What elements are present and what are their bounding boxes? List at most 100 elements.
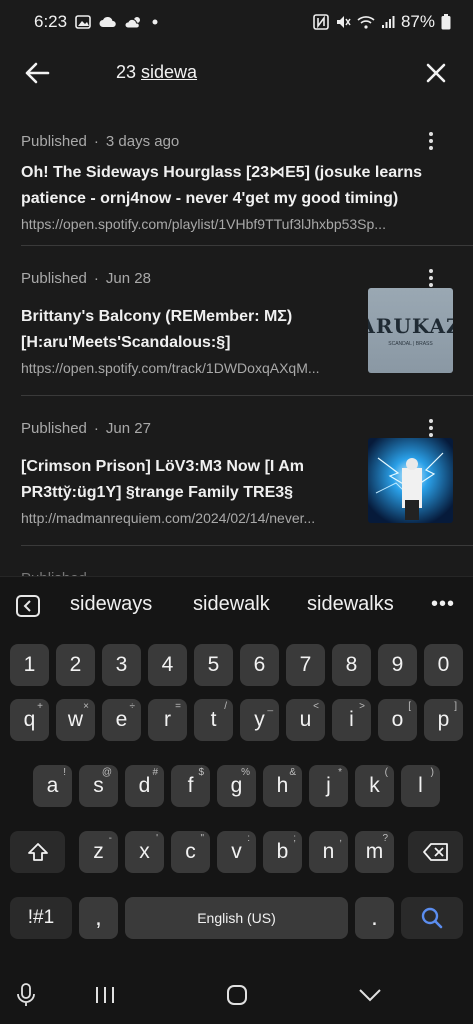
key-d[interactable]: d # [125, 765, 164, 807]
list-item[interactable]: Published [0, 546, 473, 576]
key-t[interactable]: t / [194, 699, 233, 741]
clear-button[interactable] [421, 58, 451, 88]
published-date: Jun 28 [105, 270, 151, 287]
key-i[interactable]: i > [332, 699, 371, 741]
key-m[interactable]: m? [355, 831, 394, 873]
key-4[interactable]: 4 [148, 644, 187, 686]
signal-icon [381, 15, 395, 29]
cloud-icon [99, 16, 117, 28]
key-u[interactable]: u < [286, 699, 325, 741]
recent-apps-button[interactable] [90, 980, 120, 1010]
key-q[interactable]: q + [10, 699, 49, 741]
arrow-back-icon [25, 62, 50, 84]
key-c[interactable]: c " [171, 831, 210, 873]
search-input[interactable]: 23 sidewa [116, 62, 197, 83]
key-j[interactable]: j * [309, 765, 348, 807]
back-nav-button[interactable] [355, 980, 385, 1010]
thumbnail-text: ARUKAZ [368, 314, 453, 338]
more-vert-icon [429, 132, 433, 136]
key-o[interactable]: o[ [378, 699, 417, 741]
key-h[interactable]: h & [263, 765, 302, 807]
more-options-button[interactable] [419, 127, 443, 155]
key-w[interactable]: w × [56, 699, 95, 741]
back-button[interactable] [22, 58, 52, 88]
published-date: Jun 27 [105, 420, 151, 437]
status-left: 6:23 [34, 12, 159, 32]
collapse-toolbar-button[interactable] [16, 595, 40, 617]
result-title[interactable]: Brittany's Balcony (REMember: MΣ) [H:aru… [21, 304, 346, 356]
suggestion-item[interactable]: sideways [70, 593, 152, 616]
key-v[interactable]: v: [217, 831, 256, 873]
key-2[interactable]: 2 [56, 644, 95, 686]
mute-icon [335, 14, 351, 30]
shift-key[interactable] [10, 831, 65, 873]
dot-icon [151, 18, 159, 26]
key-1[interactable]: 1 [10, 644, 49, 686]
result-meta: Published · Jun 28 [21, 270, 151, 287]
key-l[interactable]: l) [401, 765, 440, 807]
key-f[interactable]: f $ [171, 765, 210, 807]
period-key[interactable]: . [355, 897, 394, 939]
key-r[interactable]: r = [148, 699, 187, 741]
backspace-key[interactable] [408, 831, 463, 873]
key-y[interactable]: y _ [240, 699, 279, 741]
chevron-down-icon [359, 989, 381, 1002]
result-url[interactable]: http://madmanrequiem.com/2024/02/14/neve… [21, 510, 356, 526]
key-a[interactable]: a! [33, 765, 72, 807]
results-list: Published · 3 days ago Oh! The Sideways Ho… [0, 118, 473, 576]
symbols-key[interactable]: !#1 [10, 897, 72, 939]
key-0[interactable]: 0 [424, 644, 463, 686]
comma-key[interactable]: , [79, 897, 118, 939]
key-5[interactable]: 5 [194, 644, 233, 686]
key-g[interactable]: g% [217, 765, 256, 807]
more-vert-icon [429, 419, 433, 423]
more-vert-icon [429, 269, 433, 273]
wifi-icon [357, 15, 375, 29]
result-meta: Published · Jun 27 [21, 420, 151, 437]
key-s[interactable]: s @ [79, 765, 118, 807]
search-key[interactable] [401, 897, 463, 939]
thumbnail-subtext: SCANDAL | BRASS [388, 341, 433, 347]
result-title[interactable]: [Crimson Prison] LöV3:M3 Now [I Am PR3tt… [21, 454, 346, 506]
result-url[interactable]: https://open.spotify.com/track/1DWDoxqAX… [21, 360, 356, 376]
voice-input-button[interactable] [11, 980, 41, 1010]
key-z[interactable]: z- [79, 831, 118, 873]
key-3[interactable]: 3 [102, 644, 141, 686]
status-bar: 6:23 87% [0, 0, 473, 44]
lightning-artwork-image [368, 438, 453, 523]
home-icon [227, 985, 247, 1005]
key-p[interactable]: p] [424, 699, 463, 741]
list-item[interactable]: Published · Jun 27 [Crimson Prison] LöV3:M… [0, 396, 473, 546]
home-button[interactable] [222, 980, 252, 1010]
microphone-icon [17, 983, 35, 1006]
key-k[interactable]: k( [355, 765, 394, 807]
published-label: Published [21, 270, 87, 287]
result-thumbnail[interactable] [368, 438, 453, 523]
key-6[interactable]: 6 [240, 644, 279, 686]
status-right: 87% [313, 12, 451, 32]
more-suggestions-button[interactable]: ••• [431, 593, 455, 616]
list-item[interactable]: Published · 3 days ago Oh! The Sideways Ho… [0, 118, 473, 246]
query-prefix: 23 [116, 62, 142, 82]
space-key[interactable]: English (US) [125, 897, 348, 939]
suggestion-bar: sideways sidewalk sidewalks ••• [0, 576, 473, 634]
key-n[interactable]: n, [309, 831, 348, 873]
result-thumbnail[interactable]: ARUKAZ SCANDAL | BRASS [368, 288, 453, 373]
chevron-left-icon [23, 600, 31, 612]
key-x[interactable]: x ' [125, 831, 164, 873]
result-title[interactable]: Oh! The Sideways Hourglass [23⋈E5] (josu… [21, 160, 451, 212]
search-icon [421, 907, 443, 929]
suggestion-item[interactable]: sidewalk [193, 593, 270, 616]
key-9[interactable]: 9 [378, 644, 417, 686]
shift-icon [27, 843, 48, 861]
suggestion-item[interactable]: sidewalks [307, 593, 394, 616]
key-8[interactable]: 8 [332, 644, 371, 686]
keyboard: 1 2 3 4 5 6 7 8 9 0 q + w × e ÷ r = t / y _ u <… [0, 634, 473, 964]
gallery-icon [75, 15, 91, 29]
key-e[interactable]: e ÷ [102, 699, 141, 741]
result-url[interactable]: https://open.spotify.com/playlist/1VHbf9… [21, 216, 436, 232]
key-b[interactable]: b; [263, 831, 302, 873]
list-item[interactable]: Published · Jun 28 Brittany's Balcony (REM… [0, 246, 473, 396]
key-7[interactable]: 7 [286, 644, 325, 686]
meta-separator: · [93, 270, 99, 287]
